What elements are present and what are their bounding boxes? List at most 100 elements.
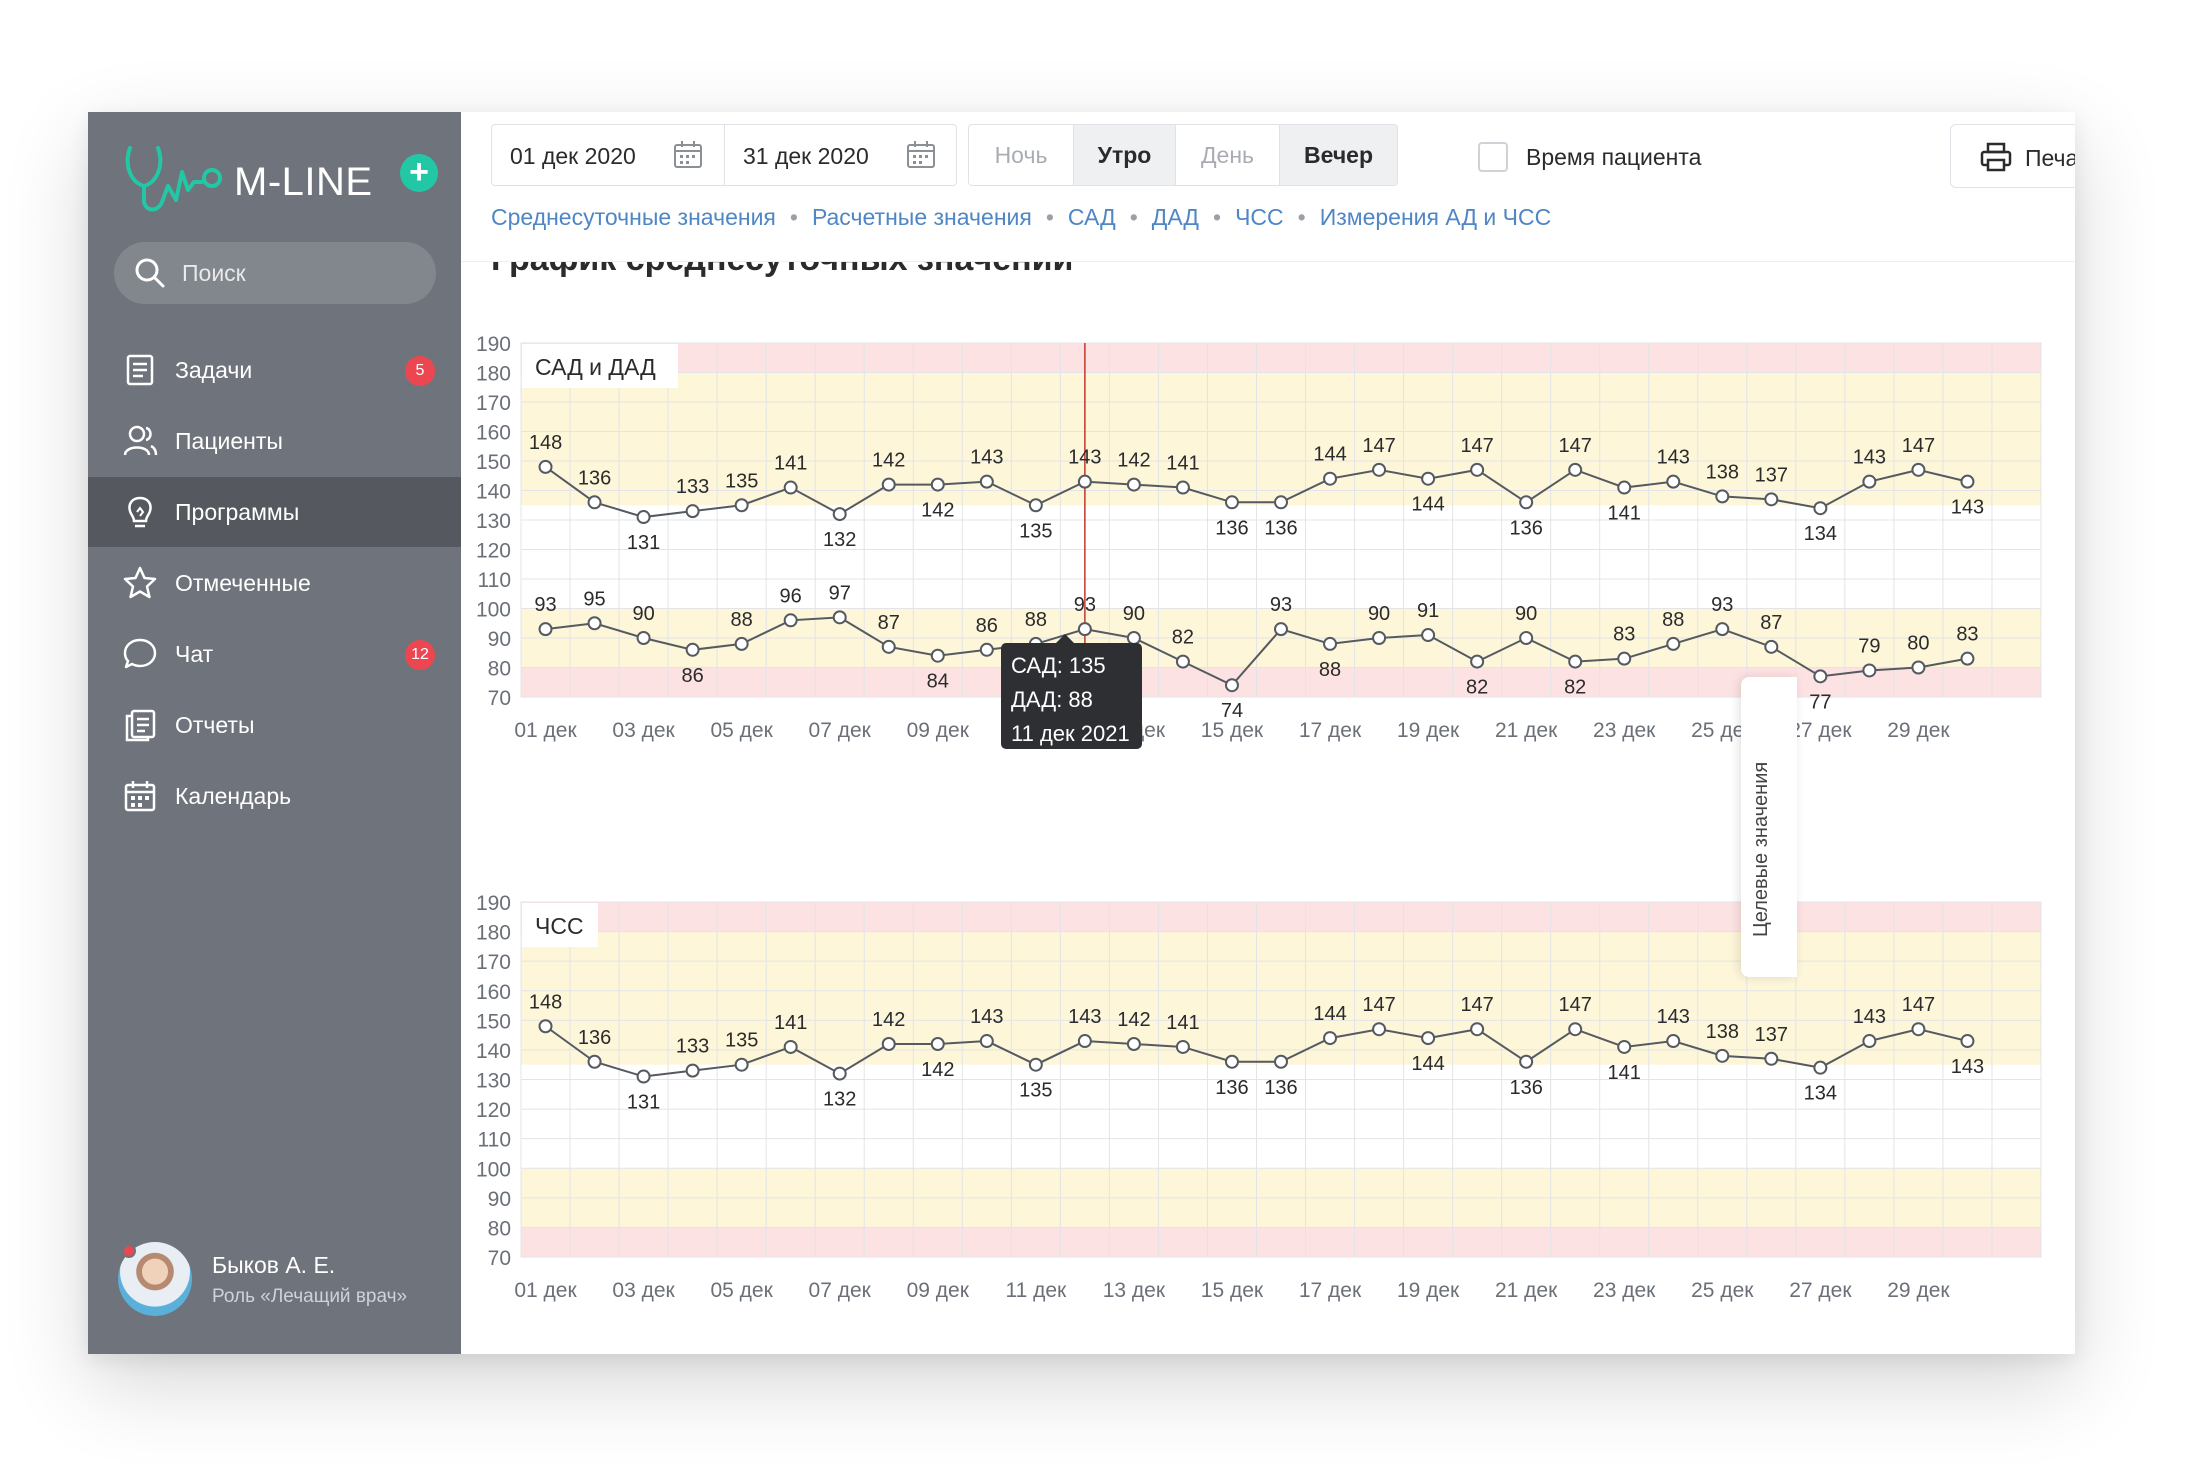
print-button[interactable]: Печать xyxy=(1950,124,2075,188)
x-tick-label: 11 дек xyxy=(1005,1279,1067,1302)
chat-icon xyxy=(123,638,157,669)
data-point xyxy=(1813,1060,1828,1075)
date-from-field[interactable]: 01 дек 2020 xyxy=(492,125,724,185)
date-to-field[interactable]: 31 дек 2020 xyxy=(725,125,957,185)
sidebar-item-chat[interactable]: Чат 12 xyxy=(88,619,461,689)
data-point xyxy=(734,1057,749,1072)
report-icon xyxy=(125,709,156,742)
time-of-day-selector: Ночь Утро День Вечер xyxy=(968,124,1398,186)
search-icon xyxy=(135,258,165,288)
y-tick-label: 130 xyxy=(476,1070,511,1093)
sidebar-item-calendar[interactable]: Календарь xyxy=(88,761,461,831)
user-profile[interactable]: Быков А. Е. Роль «Лечащий врач» xyxy=(118,1242,448,1322)
data-label: 134 xyxy=(1804,1083,1837,1105)
data-point xyxy=(1715,1048,1730,1063)
sidebar-item-starred[interactable]: Отмеченные xyxy=(88,548,461,618)
sidebar-item-label: Задачи xyxy=(175,357,253,383)
user-role: Роль «Лечащий врач» xyxy=(212,1286,408,1307)
add-button[interactable]: + xyxy=(400,154,438,192)
data-label: 142 xyxy=(921,1059,954,1081)
target-zone-red xyxy=(521,1227,2041,1257)
data-point xyxy=(881,1037,896,1051)
tab-separator: • xyxy=(1129,204,1138,230)
segment-morning[interactable]: Утро xyxy=(1074,125,1176,185)
data-point xyxy=(783,1039,798,1054)
y-tick-label: 180 xyxy=(476,922,511,945)
y-tick-label: 70 xyxy=(488,1247,511,1270)
search-input[interactable]: Поиск xyxy=(114,242,436,304)
view-tabs: Среднесуточные значения • Расчетные значен… xyxy=(491,204,1551,231)
data-point xyxy=(1077,1034,1092,1049)
y-tick-label: 110 xyxy=(478,1129,511,1152)
target-values-label: Целевые значения xyxy=(1750,761,1772,937)
sidebar-item-tasks[interactable]: Задачи 5 xyxy=(88,335,461,405)
data-label: 137 xyxy=(1755,1024,1788,1046)
segment-day[interactable]: День xyxy=(1176,125,1280,185)
data-point xyxy=(1224,1054,1239,1069)
tooltip-dbp: ДАД: 88 xyxy=(1011,687,1093,712)
toolbar: 01 дек 2020 31 дек 2020 Ночь Утро День В… xyxy=(461,112,2075,262)
logo-text: M-LINE xyxy=(234,160,373,204)
sidebar-item-patients[interactable]: Пациенты xyxy=(88,406,461,476)
document-icon xyxy=(126,354,154,386)
sidebar-item-label: Программы xyxy=(175,499,300,525)
y-tick-label: 160 xyxy=(476,981,511,1004)
patient-time-checkbox[interactable] xyxy=(1478,142,1508,172)
lightbulb-icon xyxy=(128,496,152,528)
data-label: 143 xyxy=(1068,1006,1101,1028)
data-label: 131 xyxy=(627,1092,660,1114)
target-values-tab[interactable]: Целевые значения xyxy=(1741,677,1797,977)
date-to-value: 31 дек 2020 xyxy=(743,143,869,169)
data-label: 136 xyxy=(1215,1077,1248,1099)
y-tick-label: 150 xyxy=(476,1010,511,1033)
data-point xyxy=(930,1037,945,1051)
tab-diastolic[interactable]: ДАД xyxy=(1152,204,1199,230)
data-label: 135 xyxy=(1019,1080,1052,1102)
data-label: 148 xyxy=(529,991,562,1013)
tab-daily-averages[interactable]: Среднесуточные значения xyxy=(491,204,776,230)
data-point xyxy=(1911,1022,1926,1037)
data-label: 141 xyxy=(774,1012,807,1034)
heart-rate-chart: 190 180 170 160 150 140 130 120 110 100 90 80 7001 д… xyxy=(476,892,2042,1302)
data-point xyxy=(1470,1022,1485,1037)
calendar-icon xyxy=(907,141,935,168)
data-point xyxy=(1175,1039,1190,1054)
tab-calculated[interactable]: Расчетные значения xyxy=(812,204,1032,230)
tab-separator: • xyxy=(1297,204,1306,230)
data-label: 136 xyxy=(578,1027,611,1049)
data-point xyxy=(1323,1031,1338,1046)
data-label: 147 xyxy=(1559,994,1592,1016)
data-label: 142 xyxy=(872,1009,905,1031)
stethoscope-logo-icon xyxy=(125,146,222,212)
tab-heart-rate[interactable]: ЧСС xyxy=(1235,204,1284,230)
sidebar-item-label: Пациенты xyxy=(175,428,283,454)
sidebar-item-label: Отчеты xyxy=(175,712,255,738)
sidebar-item-programs[interactable]: Программы xyxy=(88,477,461,547)
data-label: 143 xyxy=(1951,1056,1984,1078)
sidebar-item-reports[interactable]: Отчеты xyxy=(88,690,461,760)
sidebar-item-label: Чат xyxy=(175,641,214,667)
segment-night[interactable]: Ночь xyxy=(969,125,1074,185)
data-label: 143 xyxy=(1657,1006,1690,1028)
tab-separator: • xyxy=(789,204,798,230)
data-label: 141 xyxy=(1608,1062,1641,1084)
data-point xyxy=(636,1069,651,1084)
online-status-dot xyxy=(122,1244,136,1258)
x-tick-label: 21 дек xyxy=(1495,1279,1558,1302)
data-point xyxy=(1126,1037,1141,1051)
segment-evening[interactable]: Вечер xyxy=(1280,125,1397,185)
data-label: 147 xyxy=(1460,994,1493,1016)
data-label: 132 xyxy=(823,1089,856,1111)
tab-separator: • xyxy=(1045,204,1054,230)
x-tick-label: 19 дек xyxy=(1397,1279,1460,1302)
data-label: 138 xyxy=(1706,1021,1739,1043)
tab-separator: • xyxy=(1213,204,1222,230)
tab-measurements[interactable]: Измерения АД и ЧСС xyxy=(1320,204,1552,230)
x-tick-label: 03 дек xyxy=(612,1279,675,1302)
tab-systolic[interactable]: САД xyxy=(1068,204,1116,230)
logo[interactable]: M-LINE xyxy=(122,142,422,214)
data-label: 135 xyxy=(725,1030,758,1052)
users-icon xyxy=(123,425,158,456)
y-tick-label: 120 xyxy=(476,1099,511,1122)
data-point xyxy=(1519,1054,1534,1069)
